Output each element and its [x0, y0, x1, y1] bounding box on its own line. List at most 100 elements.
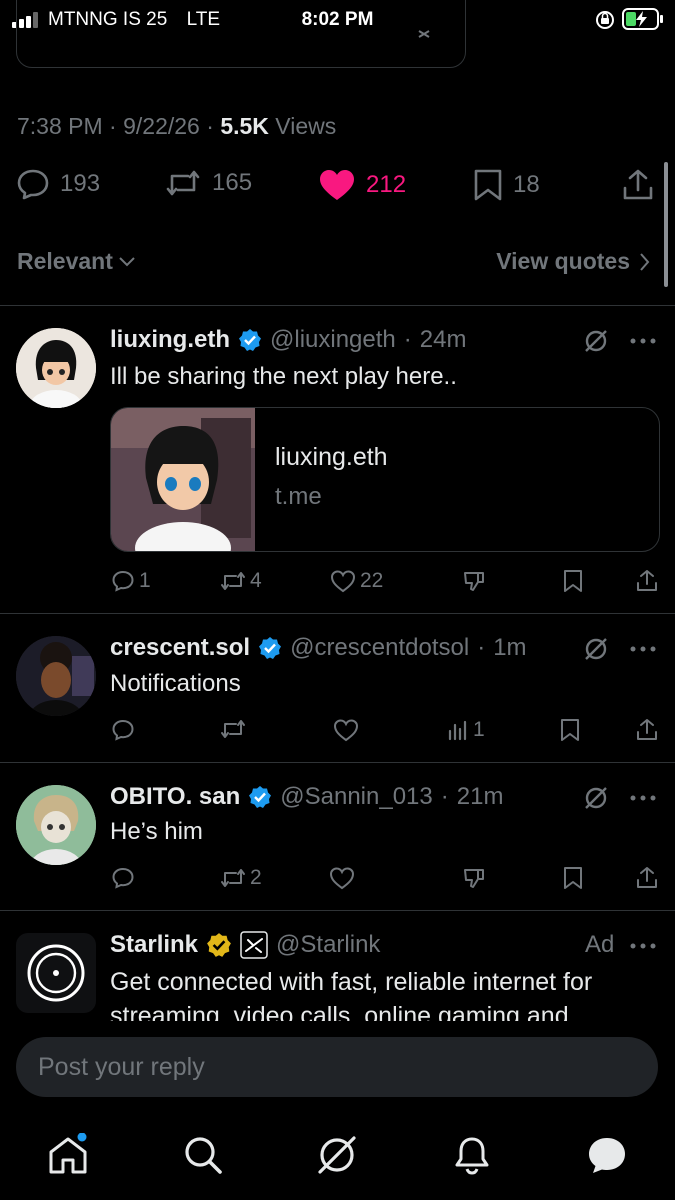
grok-icon[interactable]: [583, 636, 609, 662]
share-icon: [637, 570, 657, 591]
analytics-button[interactable]: 1: [447, 718, 485, 742]
bookmark-button[interactable]: 18: [473, 168, 540, 202]
views-count: 5.5K: [220, 113, 269, 139]
more-icon[interactable]: [630, 338, 656, 344]
like-button[interactable]: 22: [330, 569, 383, 593]
repost-button[interactable]: [220, 718, 246, 740]
repost-count: 4: [250, 569, 262, 592]
reply-count: 193: [60, 170, 101, 197]
bookmark-count: 18: [513, 171, 540, 198]
reply-post[interactable]: crescent.sol @crescentdotsol · 1m Notifi…: [0, 614, 675, 762]
reply-button[interactable]: [111, 718, 135, 742]
battery-charging-icon: [622, 8, 663, 30]
quoted-post-card[interactable]: [16, 0, 466, 68]
starlink-logo-icon: [27, 944, 85, 1002]
more-icon[interactable]: [630, 795, 656, 801]
reply-button[interactable]: 1: [111, 569, 151, 593]
sort-dropdown[interactable]: Relevant: [17, 248, 135, 275]
grok-icon[interactable]: [583, 328, 609, 354]
promoted-post[interactable]: Starlink @Starlink Ad Get connected with…: [0, 911, 675, 1021]
like-button[interactable]: [329, 866, 355, 890]
spacex-affiliate-icon: [240, 931, 268, 959]
nav-grok[interactable]: [315, 1133, 359, 1177]
dislike-button[interactable]: [462, 866, 486, 890]
chevron-down-icon: [119, 256, 135, 266]
verified-badge-icon: [239, 329, 261, 351]
reply-button[interactable]: 193: [16, 168, 100, 200]
heart-icon: [329, 867, 355, 890]
search-icon: [185, 1137, 222, 1174]
post-metadata: 7:38 PM · 9/22/26 · 5.5K Views: [17, 113, 337, 139]
repost-button[interactable]: 2: [220, 866, 262, 890]
sort-label: Relevant: [17, 248, 113, 274]
avatar[interactable]: [16, 933, 96, 1013]
nav-home[interactable]: [46, 1133, 90, 1177]
scrollbar[interactable]: [664, 162, 668, 287]
reply-placeholder: Post your reply: [38, 1053, 205, 1081]
chevron-right-icon: [640, 252, 650, 271]
share-button[interactable]: [622, 168, 654, 202]
bookmark-button[interactable]: [563, 569, 583, 593]
reply-post[interactable]: OBITO. san @Sannin_013 · 21m He’s him 2: [0, 763, 675, 910]
reply-icon: [112, 570, 134, 592]
repost-count: 2: [250, 866, 262, 889]
author-name[interactable]: liuxing.eth: [110, 326, 230, 354]
bookmark-icon: [564, 570, 582, 592]
messages-icon: [589, 1138, 625, 1173]
more-icon[interactable]: [630, 646, 656, 652]
like-button[interactable]: [333, 718, 359, 742]
link-preview-card[interactable]: liuxing.eth t.me: [110, 407, 660, 552]
repost-icon: [221, 869, 245, 887]
views-label: Views: [275, 113, 337, 139]
share-button[interactable]: [636, 866, 658, 890]
author-name[interactable]: crescent.sol: [110, 634, 250, 662]
reply-actions: 1 4 22: [0, 569, 675, 599]
author-handle[interactable]: @Starlink: [276, 931, 380, 959]
avatar[interactable]: [16, 328, 96, 408]
close-icon: [418, 30, 430, 38]
thumbs-down-icon: [464, 572, 484, 591]
reply-actions: 2: [0, 866, 675, 896]
post-date: 9/22/26: [123, 113, 200, 139]
like-count: 22: [360, 569, 384, 592]
post-time: 7:38 PM: [17, 113, 103, 139]
repost-icon: [221, 720, 245, 738]
view-quotes-label: View quotes: [496, 248, 630, 274]
repost-count: 165: [212, 169, 253, 196]
heart-icon: [333, 719, 359, 742]
author-handle[interactable]: @liuxingeth: [270, 326, 396, 354]
post-time: 21m: [456, 783, 504, 810]
share-button[interactable]: [636, 718, 658, 742]
dislike-button[interactable]: [462, 569, 486, 593]
analytics-icon: [448, 720, 467, 741]
reply-button[interactable]: [111, 866, 135, 890]
repost-button[interactable]: 165: [164, 168, 252, 198]
more-icon[interactable]: [630, 943, 656, 949]
heart-icon: [320, 170, 354, 200]
bookmark-button[interactable]: [563, 866, 583, 890]
share-button[interactable]: [636, 569, 658, 593]
nav-messages[interactable]: [585, 1133, 629, 1177]
like-count: 212: [366, 171, 407, 198]
author-row: liuxing.eth @liuxingeth · 24m: [110, 326, 467, 354]
post-stats-row: 193 165 212 18: [0, 168, 675, 212]
post-text: Ill be sharing the next play here..: [110, 363, 457, 390]
avatar-image: [16, 636, 96, 716]
author-handle[interactable]: @crescentdotsol: [290, 634, 469, 662]
repost-button[interactable]: 4: [220, 569, 262, 593]
author-handle[interactable]: @Sannin_013: [280, 783, 432, 811]
view-quotes-link[interactable]: View quotes: [496, 248, 650, 275]
author-name[interactable]: OBITO. san: [110, 783, 240, 811]
avatar[interactable]: [16, 785, 96, 865]
ad-text-line: streaming, video calls, online gaming an…: [110, 1002, 569, 1021]
bookmark-button[interactable]: [560, 718, 580, 742]
author-name[interactable]: Starlink: [110, 931, 198, 959]
post-text: Notifications: [110, 670, 241, 697]
nav-notifications[interactable]: [450, 1133, 494, 1177]
author-row: OBITO. san @Sannin_013 · 21m: [110, 783, 504, 811]
avatar[interactable]: [16, 636, 96, 716]
grok-icon[interactable]: [583, 785, 609, 811]
home-icon: [49, 1133, 87, 1174]
like-button[interactable]: 212: [318, 168, 406, 202]
nav-search[interactable]: [181, 1133, 225, 1177]
